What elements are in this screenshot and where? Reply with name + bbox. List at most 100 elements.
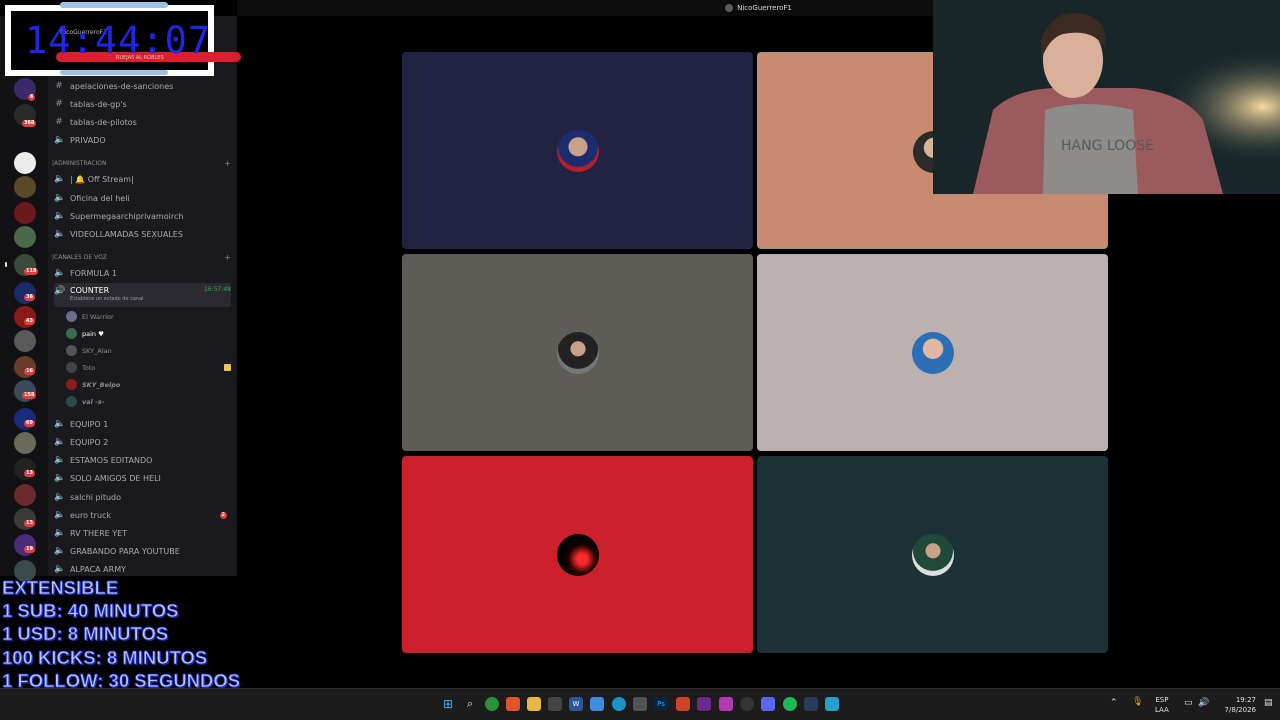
server-item[interactable]: 19 <box>0 534 48 556</box>
video-tile[interactable] <box>402 456 753 653</box>
app-icon[interactable] <box>740 697 754 711</box>
network-icon[interactable]: ▭ <box>1184 698 1193 708</box>
channel-label: Oficina del heli <box>70 193 130 203</box>
category-voice[interactable]: |CANALES DE VOZ + <box>52 251 231 263</box>
voice-user[interactable]: val -s- <box>66 394 231 409</box>
server-item[interactable] <box>0 226 48 248</box>
clock-time: 19:27 <box>1235 696 1256 704</box>
channel-item[interactable]: 🔈 EQUIPO 2 <box>54 434 231 450</box>
search-icon[interactable]: ⌕ <box>463 697 477 711</box>
app-icon[interactable] <box>825 697 839 711</box>
app-icon[interactable] <box>697 697 711 711</box>
server-icon[interactable] <box>14 330 36 352</box>
server-item[interactable]: 158 <box>0 380 48 402</box>
channel-item[interactable]: 🔈 RV THERE YET <box>54 525 231 541</box>
voice-user[interactable]: Toto <box>66 360 231 375</box>
channel-item[interactable]: 🔈 euro truck 2 <box>54 507 231 523</box>
server-icon[interactable] <box>14 484 36 506</box>
channel-item[interactable]: # tablas-de-gp's <box>54 96 231 112</box>
calculator-icon[interactable] <box>633 697 647 711</box>
add-channel-icon[interactable]: + <box>224 159 231 168</box>
voice-user[interactable]: SKY_Alan <box>66 343 231 358</box>
channel-item[interactable]: 🔈 SOLO AMIGOS DE HELI <box>54 470 231 486</box>
video-tile[interactable] <box>757 254 1108 451</box>
server-item[interactable] <box>0 176 48 198</box>
spotify-icon[interactable] <box>783 697 797 711</box>
server-icon[interactable] <box>14 176 36 198</box>
channel-item[interactable]: 🔈 PRIVADO <box>54 132 231 148</box>
server-item[interactable]: 368 <box>0 104 48 127</box>
server-icon[interactable] <box>14 432 36 454</box>
channel-item[interactable]: 🔈 VIDEOLLAMADAS SEXUALES <box>54 226 231 242</box>
chevron-up-icon[interactable]: ⌃ <box>1110 698 1118 708</box>
server-icon[interactable] <box>14 226 36 248</box>
participant-avatar[interactable] <box>557 534 599 576</box>
video-tile[interactable] <box>757 456 1108 653</box>
channel-item[interactable]: 🔈 Oficina del heli <box>54 190 231 206</box>
server-item[interactable]: 118 <box>0 254 48 276</box>
add-channel-icon[interactable]: + <box>224 253 231 262</box>
server-item[interactable]: 36 <box>0 282 48 304</box>
speaker-icon: 🔈 <box>54 135 66 145</box>
clock[interactable]: 19:27 7/8/2026 <box>1216 695 1256 715</box>
app-icon[interactable] <box>590 697 604 711</box>
participant-avatar[interactable] <box>912 332 954 374</box>
folder-icon[interactable] <box>527 697 541 711</box>
server-badge: 158 <box>22 392 37 399</box>
chrome-icon[interactable] <box>485 697 499 711</box>
server-item[interactable] <box>0 432 48 454</box>
category-admin[interactable]: |ADMINISTRACION + <box>52 157 231 169</box>
channel-item[interactable]: 🔈 Supermegaarchiprivamoirch <box>54 208 231 224</box>
server-item[interactable] <box>0 152 48 174</box>
speaker-icon: 🔈 <box>54 174 66 184</box>
server-item[interactable]: 43 <box>0 306 48 328</box>
channel-item[interactable]: 🔈 salchi pitudo <box>54 489 231 505</box>
voice-user[interactable]: pain ♥ <box>66 326 231 341</box>
participant-avatar[interactable] <box>557 130 599 172</box>
server-item[interactable] <box>0 330 48 352</box>
server-item[interactable] <box>0 202 48 224</box>
notification-icon[interactable]: ▤ <box>1264 698 1273 708</box>
channel-item[interactable]: 🔈 EQUIPO 1 <box>54 416 231 432</box>
edge-icon[interactable] <box>612 697 626 711</box>
channel-label: salchi pitudo <box>70 492 122 502</box>
server-item[interactable]: 13 <box>0 508 48 530</box>
server-icon[interactable] <box>14 202 36 224</box>
language-indicator[interactable]: ESP LAA <box>1155 695 1169 715</box>
start-icon[interactable]: ⊞ <box>441 697 455 711</box>
app-icon[interactable] <box>719 697 733 711</box>
volume-icon[interactable]: 🔊 <box>1198 698 1209 708</box>
app-icon[interactable] <box>676 697 690 711</box>
server-item[interactable]: 69 <box>0 408 48 430</box>
microphone-icon[interactable]: 🎙 <box>1132 697 1143 707</box>
brave-icon[interactable] <box>506 697 520 711</box>
server-item[interactable] <box>0 484 48 506</box>
channel-item[interactable]: 🔈 | 🔔 Off Stream| <box>54 171 231 187</box>
server-icon[interactable] <box>14 152 36 174</box>
video-tile[interactable] <box>402 52 753 249</box>
channel-item[interactable]: 🔈 ALPACA ARMY <box>54 561 231 577</box>
app-icon[interactable] <box>804 697 818 711</box>
video-tile[interactable] <box>402 254 753 451</box>
channel-item[interactable]: 🔈 FORMULA 1 <box>54 265 231 281</box>
server-item[interactable]: 16 <box>0 356 48 378</box>
voice-user[interactable]: SKY_Belpo <box>66 377 231 392</box>
channel-item[interactable]: # apelaciones-de-sanciones <box>54 78 231 94</box>
discord-icon[interactable] <box>761 697 775 711</box>
channel-label: euro truck <box>70 510 112 520</box>
active-voice-channel[interactable]: 🔊 COUNTER Establece un estado de canal 1… <box>54 283 231 307</box>
server-badge: 43 <box>24 318 35 325</box>
app-icon[interactable] <box>548 697 562 711</box>
server-item[interactable]: 6 <box>0 78 48 101</box>
voice-user[interactable]: El Warrior <box>66 309 231 324</box>
word-icon[interactable]: W <box>569 697 583 711</box>
avatar <box>66 362 77 373</box>
server-item[interactable]: 13 <box>0 458 48 480</box>
category-label: |CANALES DE VOZ <box>52 253 107 261</box>
participant-avatar[interactable] <box>557 332 599 374</box>
photoshop-icon[interactable]: Ps <box>654 697 668 711</box>
participant-avatar[interactable] <box>912 534 954 576</box>
channel-item[interactable]: # tablas-de-pilotos <box>54 114 231 130</box>
channel-item[interactable]: 🔈 GRABANDO PARA YOUTUBE <box>54 543 231 559</box>
channel-item[interactable]: 🔈 ESTAMOS EDITANDO <box>54 452 231 468</box>
